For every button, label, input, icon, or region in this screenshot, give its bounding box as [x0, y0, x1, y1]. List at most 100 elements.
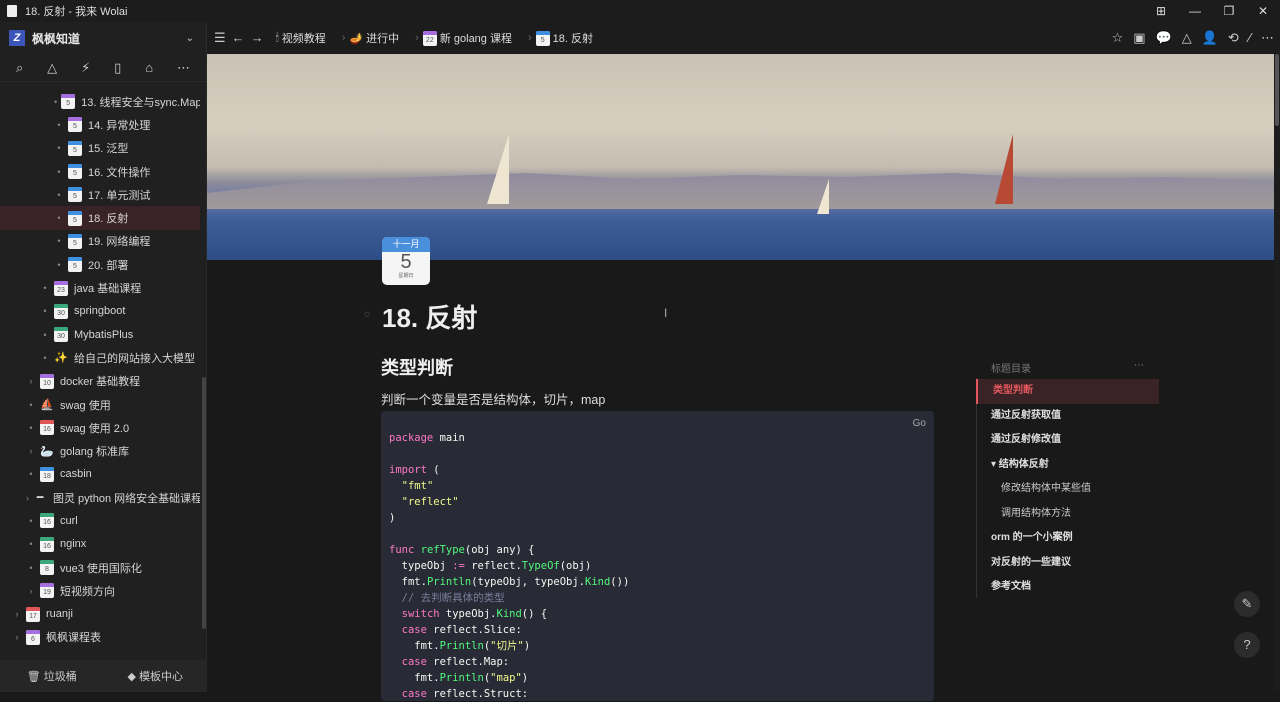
expand-chevron-icon[interactable]: › — [12, 632, 22, 642]
code-language[interactable]: Go — [913, 416, 926, 432]
sidebar-item[interactable]: • 5 19. 网络编程 — [0, 230, 200, 253]
more-icon[interactable]: ⋯ — [177, 60, 190, 76]
code-block[interactable]: Go package main import ( "fmt" "reflect" … — [381, 411, 934, 701]
sidebar-item[interactable]: • 30 springboot — [0, 300, 200, 323]
page-icon-calendar[interactable]: 十一月 5 星期日 — [382, 237, 430, 285]
toc-more-icon[interactable]: ⋯ — [1134, 360, 1144, 375]
expand-chevron-icon[interactable]: › — [26, 493, 29, 503]
sidebar-scrollbar[interactable] — [202, 377, 206, 629]
sidebar-item[interactable]: • 5 16. 文件操作 — [0, 160, 200, 183]
calendar-icon: 18 — [40, 466, 54, 482]
trash-button[interactable]: 🗑 垃圾桶 — [0, 668, 104, 684]
sidebar-item[interactable]: • 5 17. 单元测试 — [0, 183, 200, 206]
sidebar-item[interactable]: › 17 ruanji — [0, 603, 200, 626]
forward-icon[interactable]: → — [251, 30, 264, 46]
sidebar-item[interactable]: › 🦢 golang 标准库 — [0, 439, 200, 462]
toc-item[interactable]: 通过反射修改值 — [976, 428, 1159, 453]
toc-item[interactable]: 类型判断 — [976, 379, 1159, 404]
bullet-icon: • — [29, 422, 33, 433]
toc-item[interactable]: ▾ 结构体反射 — [976, 453, 1159, 478]
toc-item[interactable]: 通过反射获取值 — [976, 404, 1159, 429]
inbox-icon[interactable]: ⌂ — [145, 60, 153, 75]
toc-item[interactable]: 调用结构体方法 — [976, 502, 1159, 527]
workspace-name: 枫枫知道 — [32, 31, 81, 46]
page-scrollbar[interactable] — [1274, 54, 1280, 692]
calendar-icon: 10 — [40, 373, 54, 389]
calendar-icon: 17 — [26, 606, 40, 622]
sidebar-item-label: MybatisPlus — [74, 328, 134, 341]
expand-chevron-icon[interactable]: › — [26, 446, 36, 456]
star-icon[interactable]: ☆ — [1112, 30, 1124, 46]
layout-icon[interactable]: ⊞ — [1144, 0, 1178, 22]
toc-item[interactable]: 对反射的一些建议 — [976, 551, 1159, 576]
calendar-icon: 8 — [40, 560, 54, 576]
header-actions: ☆ ▣ 💬 △ 👤 ⟲ ⁄ ⋯ — [1112, 30, 1274, 46]
sidebar-item[interactable]: • 5 20. 部署 — [0, 253, 200, 276]
section-heading[interactable]: 类型判断 — [381, 354, 453, 380]
trash-label: 垃圾桶 — [43, 671, 77, 683]
maximize-button[interactable]: ❐ — [1212, 0, 1246, 22]
breadcrumb-item[interactable]: › 22 新 golang 课程 — [411, 30, 512, 46]
close-button[interactable]: ✕ — [1246, 0, 1280, 22]
sidebar-item[interactable]: › 6 枫枫课程表 — [0, 626, 200, 649]
breadcrumb-item[interactable]: › 🪔 进行中 — [338, 30, 399, 46]
sidebar-item[interactable]: • 5 15. 泛型 — [0, 137, 200, 160]
toc-item[interactable]: orm 的一个小案例 — [976, 526, 1159, 551]
paragraph[interactable]: 判断一个变量是否是结构体，切片，map — [381, 389, 605, 408]
back-icon[interactable]: ← — [232, 30, 245, 46]
bullet-icon: • — [54, 96, 58, 107]
history-icon[interactable]: ⟲ — [1228, 30, 1239, 46]
book-icon[interactable]: ▯ — [114, 60, 121, 76]
search-icon[interactable]: ⌕ — [16, 60, 23, 76]
edit-float-button[interactable]: ✎ — [1234, 591, 1260, 617]
breadcrumb-item[interactable]: › 5 18. 反射 — [524, 30, 593, 46]
expand-chevron-icon[interactable]: › — [26, 586, 36, 596]
toc-item[interactable]: 修改结构体中某些值 — [976, 477, 1159, 502]
minimize-button[interactable]: — — [1178, 0, 1212, 22]
sidebar-item-label: 17. 单元测试 — [88, 189, 151, 202]
breadcrumb-label: 18. 反射 — [552, 33, 594, 45]
menu-icon[interactable]: ☰ — [214, 30, 226, 46]
calendar-icon: 5 — [68, 164, 82, 180]
share-icon[interactable]: △ — [1182, 30, 1192, 46]
cover-image[interactable] — [207, 54, 1274, 260]
comment-icon[interactable]: ◌ — [364, 309, 370, 320]
more-icon[interactable]: ⋯ — [1261, 30, 1274, 46]
window-title: 18. 反射 - 我来 Wolai — [25, 6, 128, 18]
templates-button[interactable]: ◆ 模板中心 — [104, 668, 208, 684]
workspace-switcher[interactable]: Z 枫枫知道 ⌄ — [0, 22, 206, 54]
breadcrumb-item[interactable]: 🕯 视频教程 — [276, 30, 326, 46]
chevron-down-icon[interactable]: ⌄ — [186, 33, 194, 44]
flash-icon[interactable]: ⚡ — [81, 60, 90, 76]
page-title[interactable]: 18. 反射 — [382, 298, 477, 335]
sidebar-item[interactable]: › 10 docker 基础教程 — [0, 370, 200, 393]
sidebar-item[interactable]: • 16 swag 使用 2.0 — [0, 416, 200, 439]
sailboat — [487, 134, 509, 204]
graph-icon[interactable]: △ — [47, 60, 57, 76]
members-icon[interactable]: 👤 — [1202, 30, 1218, 46]
present-icon[interactable]: ▣ — [1133, 30, 1145, 46]
sidebar-item[interactable]: • 5 18. 反射 — [0, 206, 200, 230]
sidebar-item[interactable]: • 5 14. 异常处理 — [0, 113, 200, 136]
sidebar-item-label: 14. 异常处理 — [88, 119, 151, 132]
sidebar-item[interactable]: • ⛵ swag 使用 — [0, 393, 200, 416]
expand-chevron-icon[interactable]: › — [12, 609, 22, 619]
sidebar-item[interactable]: • ✨ 给自己的网站接入大模型 — [0, 346, 200, 369]
sidebar-item[interactable]: • 5 13. 线程安全与sync.Map — [0, 90, 200, 113]
templates-label: 模板中心 — [139, 671, 183, 683]
expand-chevron-icon[interactable]: › — [26, 376, 36, 386]
sidebar-item[interactable]: • 18 casbin — [0, 463, 200, 486]
toc-item[interactable]: 参考文档 — [976, 575, 1159, 600]
sidebar-item[interactable]: • 8 vue3 使用国际化 — [0, 556, 200, 579]
trash-icon: 🗑 — [26, 671, 44, 683]
sidebar-item[interactable]: • 30 MybatisPlus — [0, 323, 200, 346]
sidebar-item[interactable]: › ━ 图灵 python 网络安全基础课程 — [0, 486, 200, 509]
magic-icon[interactable]: ⁄ — [1249, 30, 1251, 46]
sidebar-item[interactable]: • 16 nginx — [0, 533, 200, 556]
sidebar-item[interactable]: • 16 curl — [0, 509, 200, 532]
help-button[interactable]: ? — [1234, 632, 1260, 658]
comment-icon[interactable]: 💬 — [1156, 30, 1172, 46]
sidebar-item[interactable]: › 19 短视频方向 — [0, 579, 200, 602]
sidebar-item[interactable]: • 23 java 基础课程 — [0, 276, 200, 299]
page-emoji-icon: ━ — [36, 492, 44, 505]
